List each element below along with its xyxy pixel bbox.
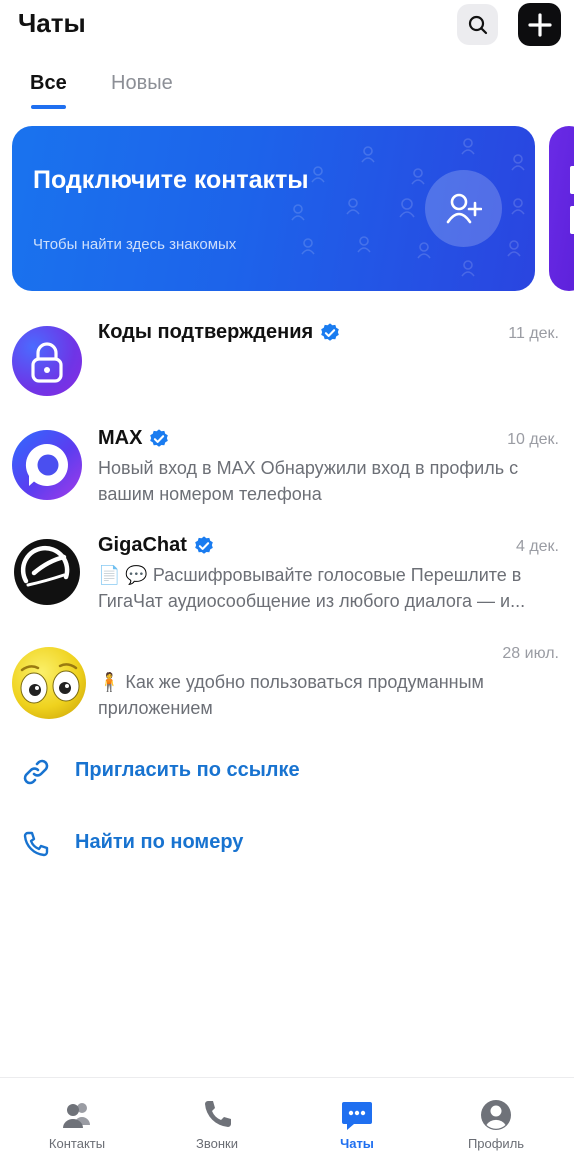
chat-name-text: GigaChat <box>98 534 187 556</box>
bottom-tab-bar: Контакты Звонки Чаты Профиль <box>0 1077 574 1153</box>
chat-name: Коды подтверждения <box>98 321 341 344</box>
chat-item-gigachat[interactable]: GigaChat 4 дек. 📄 💬 Расшифровывайте голо… <box>0 525 574 625</box>
chat-name: MAX <box>98 427 170 450</box>
emoji-face-icon <box>12 647 86 719</box>
chat-name-text: Коды подтверждения <box>98 321 314 343</box>
app-header: Чаты <box>0 0 574 60</box>
tab-all[interactable]: Все <box>30 72 67 95</box>
max-logo-icon <box>25 443 68 486</box>
chat-date: 11 дек. <box>508 325 559 342</box>
phone-icon <box>23 831 49 857</box>
chat-name: GigaChat <box>98 534 215 557</box>
banner-subtitle: Чтобы найти здесь знакомых <box>33 236 237 253</box>
next-banner-glyph <box>570 166 574 194</box>
tabbar-profile-label: Профиль <box>467 1136 525 1151</box>
connect-contacts-banner[interactable]: Подключите контакты Чтобы найти здесь зн… <box>12 126 535 291</box>
chat-item-max[interactable]: MAX 10 дек. Новый вход в MAX Обнаружили … <box>0 418 574 518</box>
tabbar-contacts[interactable]: Контакты <box>17 1078 137 1153</box>
verified-icon <box>195 535 213 554</box>
profile-icon <box>481 1100 511 1130</box>
chats-icon <box>342 1102 372 1130</box>
chat-date: 10 дек. <box>507 431 559 448</box>
tabbar-contacts-label: Контакты <box>48 1136 106 1151</box>
tab-new[interactable]: Новые <box>111 72 173 95</box>
chat-item-emoji[interactable]: 28 июл. 🧍 Как же удобно пользоваться про… <box>0 632 574 732</box>
active-tab-indicator <box>31 105 66 109</box>
verified-icon <box>150 428 169 447</box>
chat-preview: Новый вход в MAX Обнаружили вход в профи… <box>98 458 519 504</box>
phone-icon <box>205 1101 231 1127</box>
search-button[interactable] <box>457 4 498 45</box>
add-user-icon <box>446 193 482 223</box>
find-by-number-label: Найти по номеру <box>75 831 244 853</box>
chat-preview: 🧍 Как же удобно пользоваться продуманным… <box>98 672 484 718</box>
link-icon <box>23 759 49 785</box>
invite-by-link-button[interactable]: Пригласить по ссылке <box>0 746 574 796</box>
add-contact-button[interactable] <box>425 170 502 247</box>
page-title: Чаты <box>18 8 86 38</box>
gigachat-logo <box>14 539 80 605</box>
tabbar-profile[interactable]: Профиль <box>436 1078 556 1153</box>
search-icon <box>468 15 487 34</box>
contacts-icon <box>63 1103 90 1128</box>
lock-icon <box>31 342 63 383</box>
chat-name-text: MAX <box>98 427 143 449</box>
next-banner[interactable] <box>549 126 574 291</box>
lock-avatar <box>12 326 82 396</box>
verified-icon <box>321 322 339 341</box>
banner-title: Подключите контакты <box>33 166 309 194</box>
new-chat-button[interactable] <box>518 3 561 46</box>
chat-preview: 📄 💬 Расшифровывайте голосовые Перешлите … <box>98 565 526 611</box>
invite-by-link-label: Пригласить по ссылке <box>75 759 300 781</box>
gigachat-logo-icon <box>20 545 70 587</box>
filter-tabs: Все Новые <box>0 64 574 112</box>
next-banner-glyph <box>570 206 574 234</box>
chat-date: 28 июл. <box>502 645 559 662</box>
tabbar-calls-label: Звонки <box>196 1136 238 1151</box>
find-by-number-button[interactable]: Найти по номеру <box>0 818 574 868</box>
emoji-face <box>10 644 88 722</box>
max-logo <box>12 430 82 500</box>
tabbar-calls[interactable]: Звонки <box>157 1078 277 1153</box>
plus-icon <box>527 12 552 37</box>
chat-item-verification-codes[interactable]: Коды подтверждения 11 дек. <box>0 312 574 412</box>
tabbar-chats-label: Чаты <box>340 1136 374 1151</box>
tabbar-chats[interactable]: Чаты <box>297 1078 417 1153</box>
chat-date: 4 дек. <box>515 538 559 555</box>
